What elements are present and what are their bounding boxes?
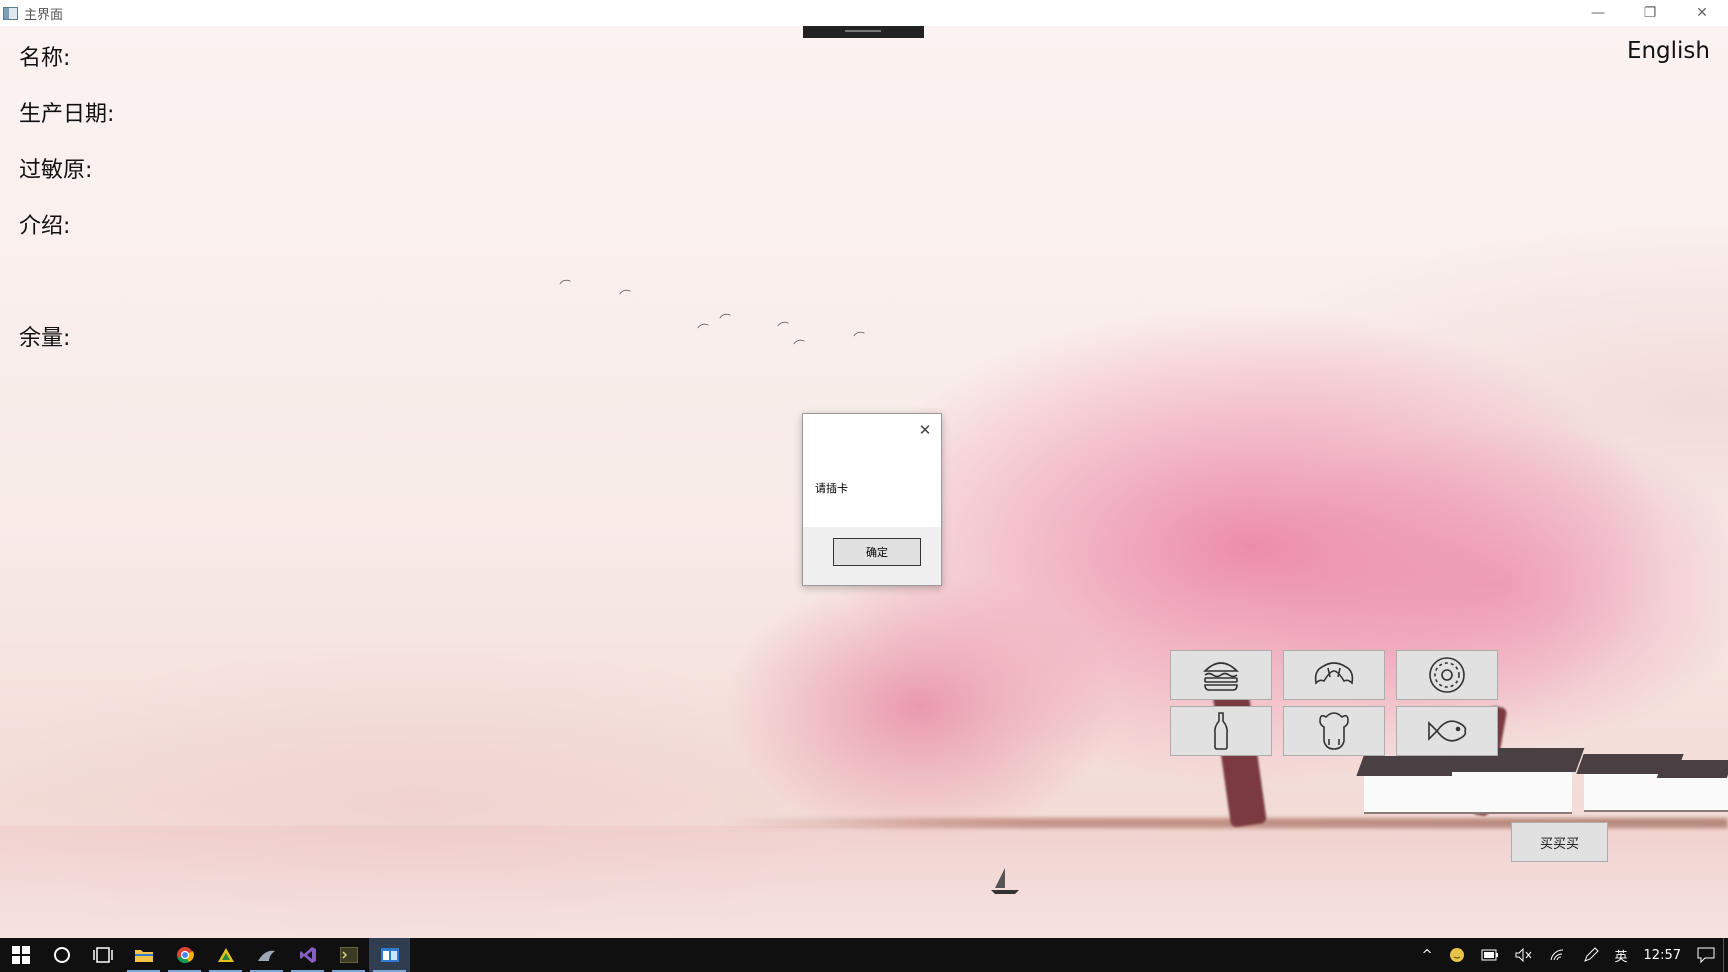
battery-icon <box>1481 949 1498 961</box>
burger-icon <box>1203 662 1239 691</box>
tray-notifications[interactable] <box>1689 938 1723 972</box>
sailboat-decoration <box>991 868 1019 894</box>
pen-icon <box>1583 947 1599 962</box>
terminal-icon <box>339 947 358 963</box>
restore-button[interactable]: ❐ <box>1624 0 1676 26</box>
language-toggle-button[interactable]: English <box>1627 38 1710 64</box>
search-circle-icon <box>53 947 70 963</box>
title-bar: 主界面 — ❐ ✕ <box>0 0 1728 26</box>
croissant-icon <box>1314 662 1354 685</box>
product-button-bottle[interactable] <box>1170 706 1272 756</box>
product-button-croissant[interactable] <box>1283 650 1385 700</box>
bird-decoration: ⌒ <box>558 277 574 295</box>
bird-decoration: ⌒ <box>618 287 634 305</box>
bird-decoration: ⌒ <box>852 329 868 347</box>
window-title: 主界面 <box>24 7 64 23</box>
production-date-label: 生产日期: <box>19 102 115 127</box>
product-button-burger[interactable] <box>1170 650 1272 700</box>
emoji-tray-icon <box>1449 948 1464 962</box>
house-decoration <box>1364 776 1464 814</box>
close-button[interactable]: ✕ <box>1676 0 1728 26</box>
taskbar-main-app[interactable] <box>369 938 410 972</box>
introduction-label: 介绍: <box>19 214 71 239</box>
taskbar: ^ 英 12:57 <box>0 938 1728 972</box>
insert-card-dialog: ✕ 请插卡 确定 <box>802 413 942 586</box>
dialog-footer: 确定 <box>803 527 941 585</box>
lake-background <box>0 826 1728 938</box>
taskbar-chrome[interactable] <box>164 938 205 972</box>
house-decoration <box>1664 778 1728 812</box>
product-button-fish[interactable] <box>1396 706 1498 756</box>
windows-logo-icon <box>11 946 30 964</box>
tray-clock[interactable]: 12:57 <box>1636 938 1689 972</box>
product-button-chicken[interactable] <box>1283 706 1385 756</box>
folder-icon <box>134 950 153 962</box>
allergens-label: 过敏原: <box>19 158 93 183</box>
tray-input-method[interactable]: 英 <box>1607 938 1636 972</box>
window-app-taskbar-icon <box>380 948 399 962</box>
start-button[interactable] <box>0 938 41 972</box>
wifi-icon <box>1550 949 1563 961</box>
bird-decoration: ⌒ <box>696 321 712 339</box>
tray-wifi[interactable] <box>1541 938 1575 972</box>
bottle-icon <box>1214 712 1228 750</box>
house-roof-decoration <box>1656 760 1728 778</box>
house-decoration <box>1584 774 1674 812</box>
product-grid <box>1170 650 1500 778</box>
search-button[interactable] <box>41 938 82 972</box>
notification-icon <box>1697 947 1715 963</box>
chrome-icon <box>176 947 194 964</box>
tray-app[interactable] <box>1441 938 1473 972</box>
dialog-message: 请插卡 <box>815 482 848 495</box>
dialog-close-button[interactable]: ✕ <box>915 420 935 440</box>
show-desktop-button[interactable] <box>1723 938 1728 972</box>
dialog-ok-button[interactable]: 确定 <box>833 538 921 566</box>
product-name-label: 名称: <box>19 46 71 71</box>
shark-fin-icon <box>257 950 275 961</box>
bird-decoration: ⌒ <box>792 337 808 355</box>
taskbar-file-explorer[interactable] <box>123 938 164 972</box>
task-view-icon <box>92 947 113 963</box>
volume-muted-icon <box>1515 948 1531 962</box>
taskbar-visual-studio[interactable] <box>287 938 328 972</box>
triangle-app-icon <box>217 948 234 962</box>
window-app-icon <box>3 6 18 20</box>
system-tray: ^ 英 12:57 <box>1414 938 1728 972</box>
taskbar-app[interactable] <box>205 938 246 972</box>
bird-decoration: ⌒ <box>718 311 734 329</box>
house-decoration <box>1452 772 1572 814</box>
tray-battery[interactable] <box>1473 938 1507 972</box>
tray-overflow-chevron[interactable]: ^ <box>1414 938 1441 972</box>
tray-volume[interactable] <box>1507 938 1541 972</box>
donut-icon <box>1429 657 1465 693</box>
remaining-label: 余量: <box>19 326 71 351</box>
window-controls: — ❐ ✕ <box>1572 0 1728 26</box>
visual-studio-icon <box>299 947 316 963</box>
taskbar-network-tool[interactable] <box>246 938 287 972</box>
bird-decoration: ⌒ <box>776 319 792 337</box>
tray-pen[interactable] <box>1575 938 1607 972</box>
buy-button[interactable]: 买买买 <box>1511 822 1608 862</box>
drag-handle[interactable] <box>803 26 924 38</box>
product-button-donut[interactable] <box>1396 650 1498 700</box>
chicken-icon <box>1319 712 1349 750</box>
task-view-button[interactable] <box>82 938 123 972</box>
fish-icon <box>1428 720 1467 742</box>
minimize-button[interactable]: — <box>1572 0 1624 26</box>
taskbar-terminal[interactable] <box>328 938 369 972</box>
